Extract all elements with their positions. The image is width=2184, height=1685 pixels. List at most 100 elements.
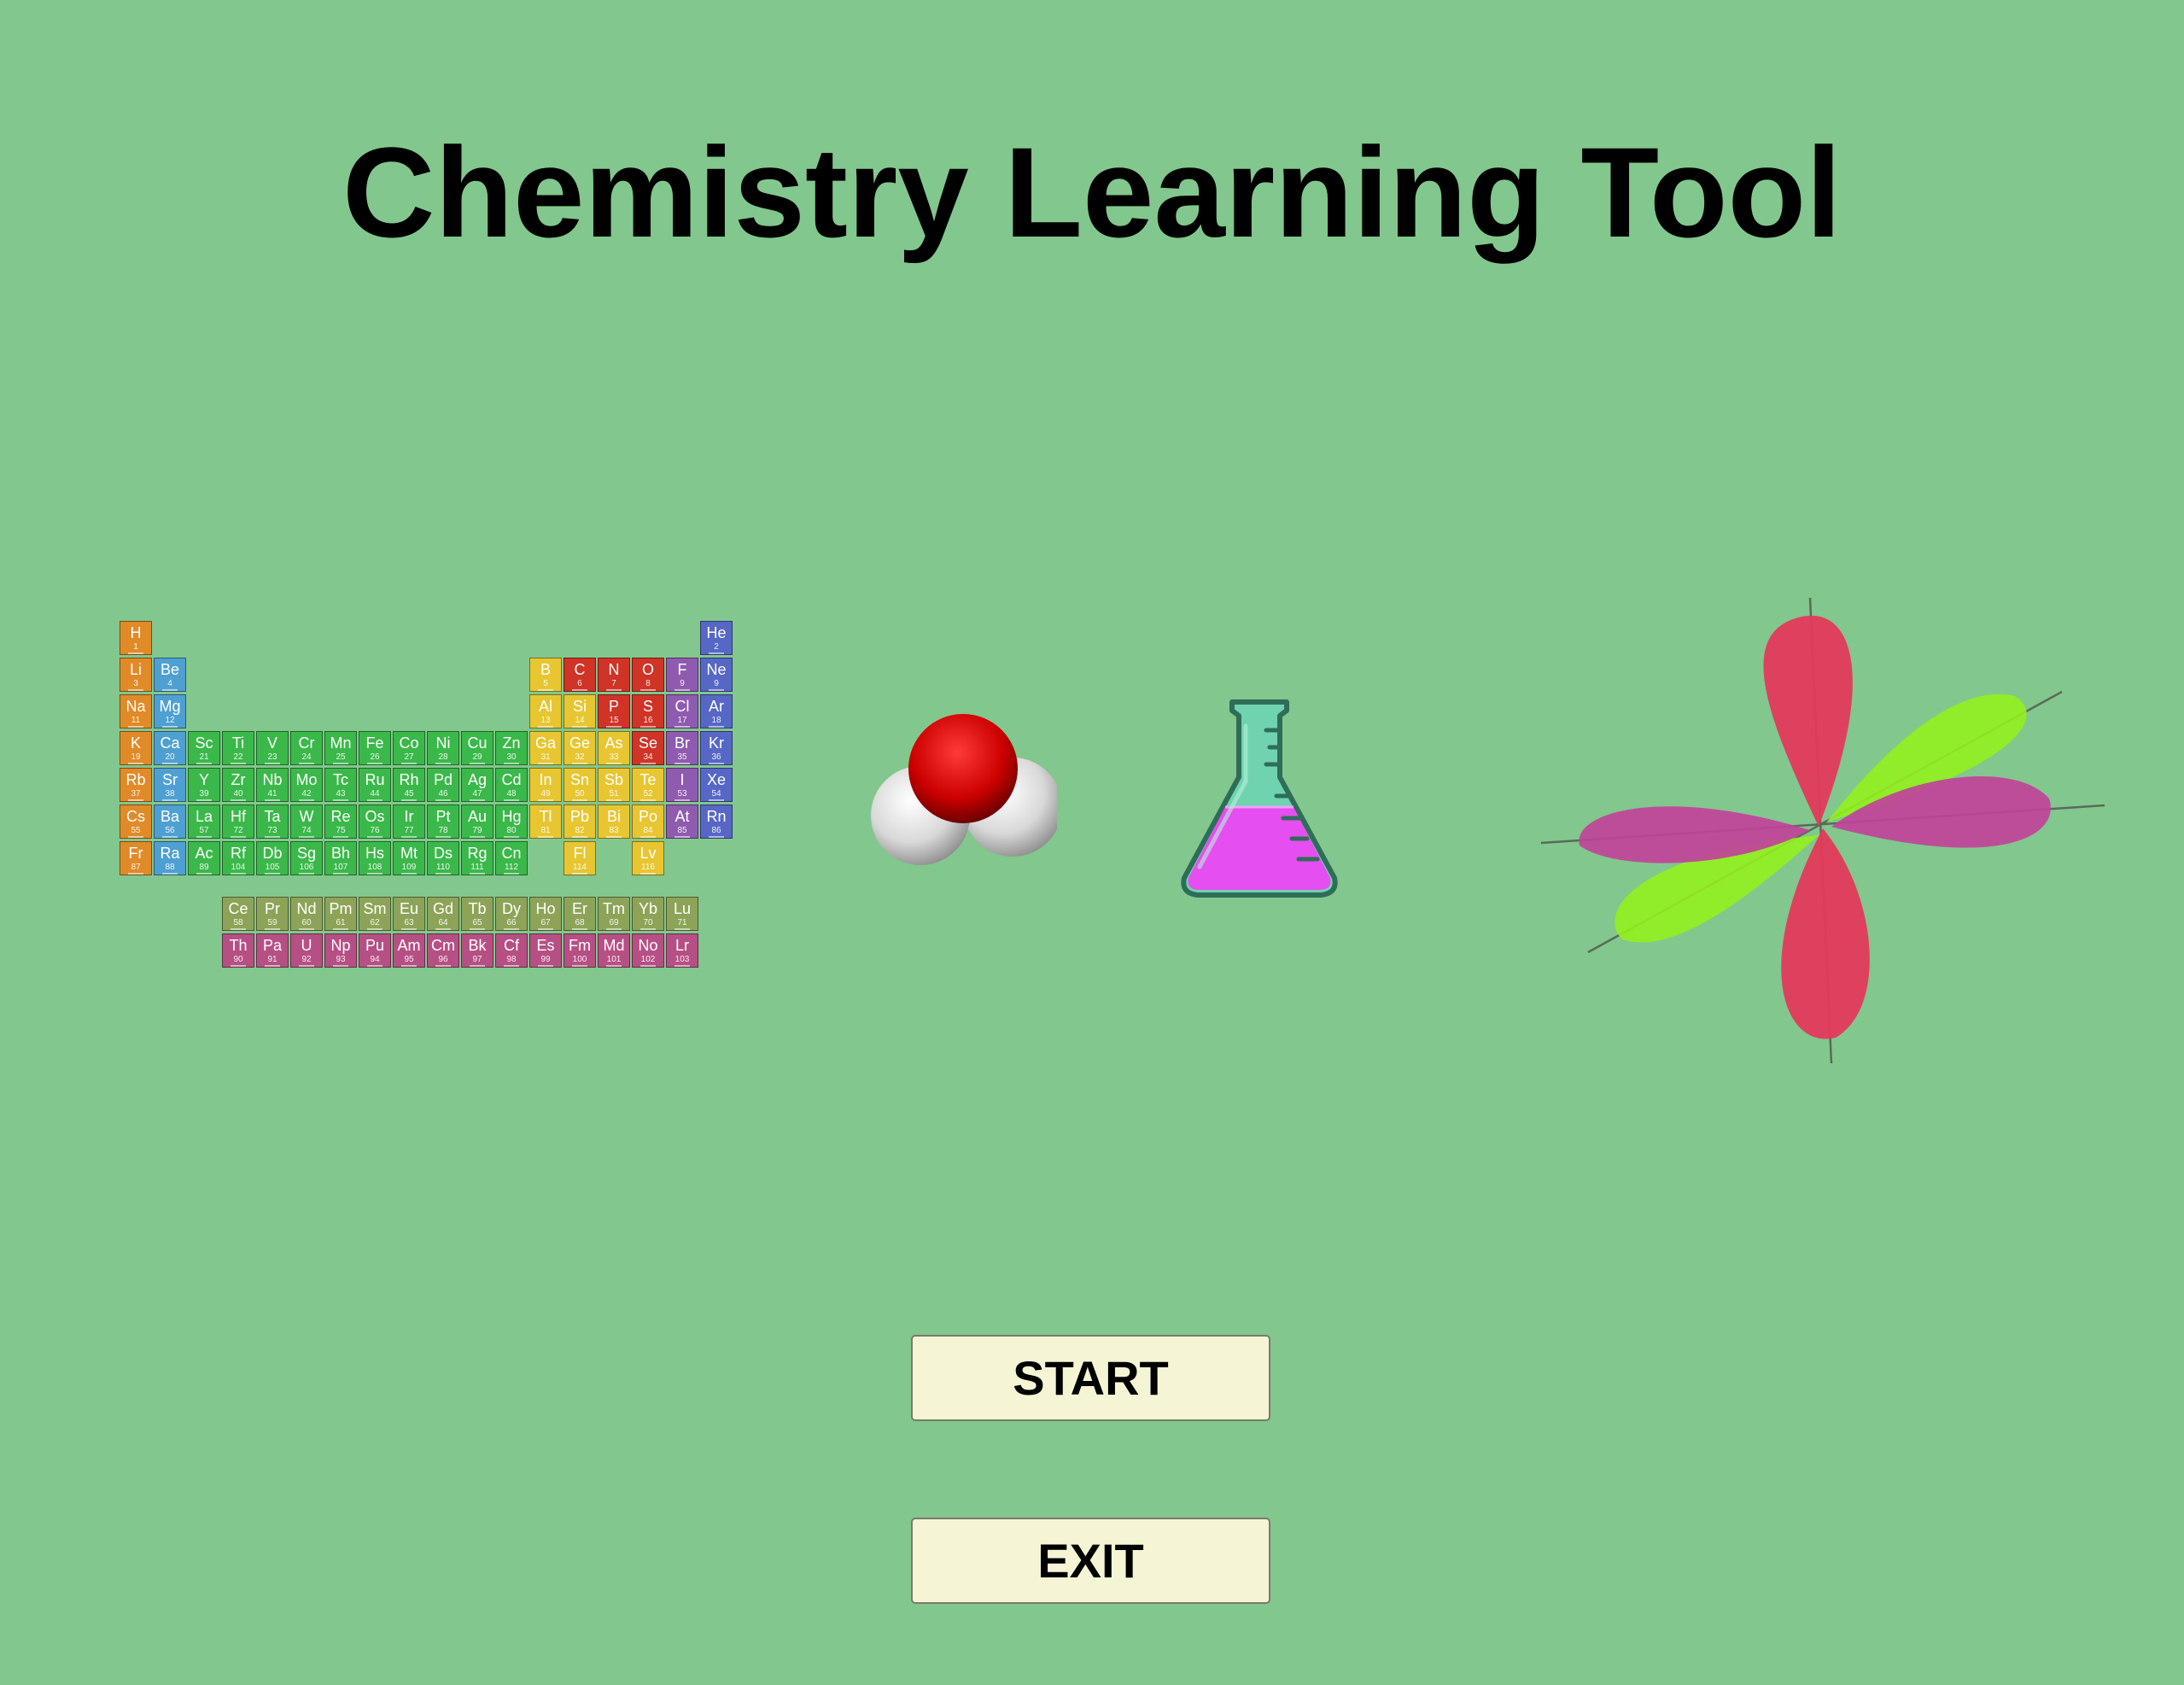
- element-mass-mark: [572, 799, 587, 801]
- element-mass-mark: [196, 836, 212, 838]
- element-symbol: Es: [536, 937, 555, 954]
- element-symbol: Bh: [330, 845, 351, 862]
- element-symbol: Hf: [231, 808, 246, 825]
- element-mass-mark: [504, 928, 519, 930]
- element-number: 14: [575, 716, 585, 725]
- element-cell-ar: Ar 18: [700, 694, 733, 728]
- element-number: 6: [577, 679, 582, 688]
- element-cell-p: P 15: [598, 694, 630, 728]
- exit-button[interactable]: EXIT: [911, 1518, 1270, 1604]
- element-number: 79: [472, 826, 482, 835]
- element-number: 57: [199, 826, 209, 835]
- element-cell-hf: Hf 72: [222, 804, 254, 839]
- element-cell-pa: Pa 91: [256, 933, 289, 968]
- element-symbol: Ir: [404, 808, 414, 825]
- element-mass-mark: [196, 873, 212, 875]
- element-cell-te: Te 52: [632, 768, 664, 802]
- element-cell-in: In 49: [529, 768, 562, 802]
- element-symbol: As: [604, 734, 623, 752]
- element-mass-mark: [572, 726, 587, 728]
- element-number: 69: [609, 918, 619, 927]
- element-number: 19: [131, 752, 141, 762]
- start-button[interactable]: START: [911, 1335, 1270, 1421]
- element-symbol: Cu: [467, 734, 488, 752]
- element-mass-mark: [367, 836, 382, 838]
- element-mass-mark: [401, 928, 417, 930]
- element-cell-md: Md 101: [598, 933, 630, 968]
- element-mass-mark: [674, 726, 690, 728]
- element-number: 77: [404, 826, 414, 835]
- element-symbol: Cl: [674, 698, 690, 715]
- element-cell-cu: Cu 29: [461, 731, 493, 765]
- element-mass-mark: [538, 726, 553, 728]
- element-symbol: Si: [572, 698, 587, 715]
- element-mass-mark: [196, 799, 212, 801]
- element-number: 86: [711, 826, 721, 835]
- element-symbol: Mn: [330, 734, 352, 752]
- element-symbol: Fe: [365, 734, 384, 752]
- element-symbol: Hs: [365, 845, 384, 862]
- element-mass-mark: [265, 763, 280, 764]
- element-cell-pd: Pd 46: [427, 768, 459, 802]
- app-title: Chemistry Learning Tool: [342, 120, 1842, 264]
- element-number: 38: [165, 789, 175, 799]
- element-number: 28: [438, 752, 448, 762]
- element-number: 33: [609, 752, 619, 762]
- element-symbol: O: [641, 661, 654, 678]
- element-mass-mark: [367, 763, 382, 764]
- element-number: 27: [404, 752, 414, 762]
- element-number: 24: [301, 752, 312, 762]
- element-cell-he: He 2: [700, 621, 733, 655]
- element-symbol: Li: [129, 661, 142, 678]
- element-symbol: Zn: [502, 734, 521, 752]
- element-cell-n: N7: [598, 658, 630, 692]
- element-cell-zn: Zn 30: [495, 731, 528, 765]
- element-cell-eu: Eu 63: [393, 897, 425, 931]
- element-number: 31: [540, 752, 551, 762]
- element-number: 22: [233, 752, 243, 762]
- element-cell-es: Es 99: [529, 933, 562, 968]
- element-cell-la: La 57: [188, 804, 220, 839]
- element-number: 60: [301, 918, 312, 927]
- element-mass-mark: [401, 873, 417, 875]
- element-symbol: Nb: [262, 771, 283, 788]
- element-mass-mark: [640, 873, 656, 875]
- element-cell-co: Co 27: [393, 731, 425, 765]
- element-mass-mark: [196, 763, 212, 764]
- element-cell-fr: Fr 87: [120, 841, 152, 875]
- element-symbol: Kr: [709, 734, 724, 752]
- element-number: 78: [438, 826, 448, 835]
- element-symbol: Th: [229, 937, 248, 954]
- element-mass-mark: [504, 965, 519, 967]
- element-mass-mark: [265, 928, 280, 930]
- element-cell-ag: Ag 47: [461, 768, 493, 802]
- element-cell-ho: Ho 67: [529, 897, 562, 931]
- element-number: 97: [472, 955, 482, 964]
- element-number: 96: [438, 955, 448, 964]
- element-symbol: Hg: [501, 808, 522, 825]
- element-mass-mark: [572, 928, 587, 930]
- element-symbol: Ni: [435, 734, 451, 752]
- element-mass-mark: [435, 873, 451, 875]
- element-number: 5: [543, 679, 548, 688]
- element-mass-mark: [162, 726, 178, 728]
- element-number: 12: [165, 716, 175, 725]
- element-number: 65: [472, 918, 482, 927]
- element-symbol: Au: [467, 808, 488, 825]
- element-number: 13: [540, 716, 551, 725]
- element-cell-cm: Cm 96: [427, 933, 459, 968]
- element-number: 17: [677, 716, 687, 725]
- d-orbital-icon: [1540, 598, 2105, 1063]
- element-symbol: Fr: [128, 845, 143, 862]
- element-number: 54: [711, 789, 721, 799]
- element-mass-mark: [435, 799, 451, 801]
- element-symbol: Cm: [431, 937, 455, 954]
- element-symbol: At: [674, 808, 690, 825]
- element-symbol: P: [608, 698, 619, 715]
- element-cell-ir: Ir 77: [393, 804, 425, 839]
- element-number: 95: [404, 955, 414, 964]
- element-number: 34: [643, 752, 653, 762]
- element-cell-cs: Cs 55: [120, 804, 152, 839]
- element-cell-pb: Pb 82: [564, 804, 596, 839]
- element-mass-mark: [504, 836, 519, 838]
